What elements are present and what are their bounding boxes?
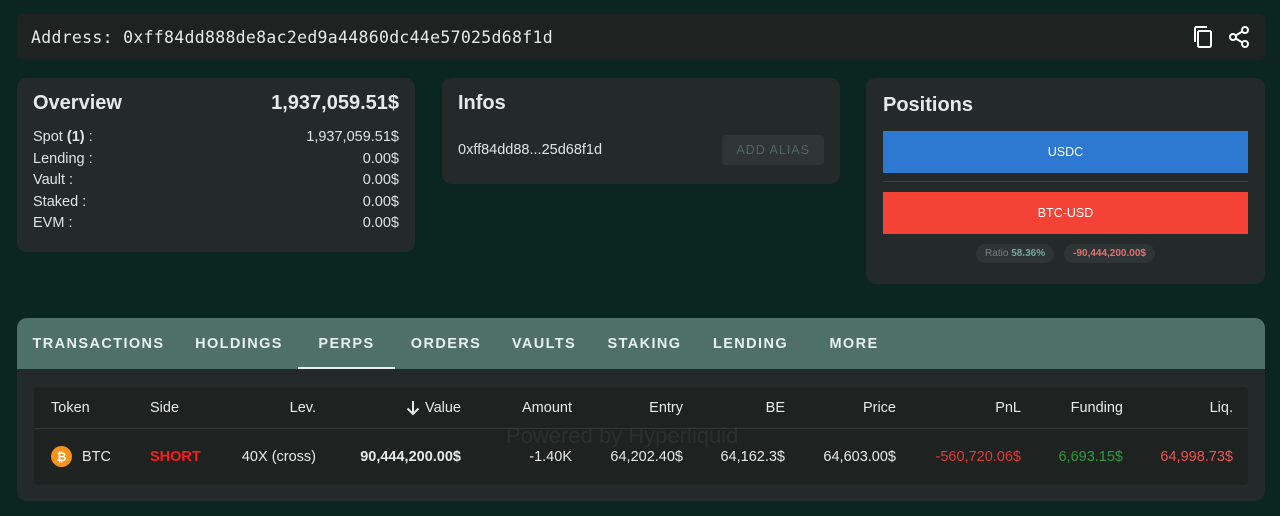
tab-bar: TRANSACTIONS HOLDINGS PERPS ORDERS VAULT… — [17, 318, 1265, 369]
infos-short-address: 0xff84dd88...25d68f1d — [458, 142, 603, 158]
row-side: SHORT — [150, 448, 201, 465]
bitcoin-icon: ₿ — [51, 446, 72, 467]
add-alias-button[interactable]: ADD ALIAS — [722, 135, 824, 165]
overview-row-vault: Vault :0.00$ — [33, 172, 399, 188]
row-lev: 40X (cross) — [241, 448, 316, 465]
tab-orders[interactable]: ORDERS — [395, 318, 497, 369]
row-token: ₿ BTC — [51, 429, 111, 484]
ratio-badge: Ratio 58.36% — [976, 244, 1055, 263]
tab-lending[interactable]: LENDING — [698, 318, 803, 369]
row-liq: 64,998.73$ — [1160, 448, 1233, 465]
overview-card: Overview 1,937,059.51$ Spot (1) : 1,937,… — [17, 78, 415, 252]
header-liq[interactable]: Liq. — [1210, 387, 1233, 428]
header-lev[interactable]: Lev. — [290, 387, 316, 428]
tab-vaults[interactable]: VAULTS — [497, 318, 591, 369]
overview-title: Overview — [33, 92, 122, 114]
row-price: 64,603.00$ — [823, 448, 896, 465]
header-value[interactable]: Value — [406, 387, 461, 428]
row-pnl: -560,720.06$ — [935, 448, 1021, 465]
tabs-card: TRANSACTIONS HOLDINGS PERPS ORDERS VAULT… — [17, 318, 1265, 501]
row-token-label: BTC — [82, 448, 111, 465]
position-bar-usdc[interactable]: USDC — [883, 131, 1248, 173]
tab-staking[interactable]: STAKING — [591, 318, 698, 369]
overview-row-evm: EVM :0.00$ — [33, 215, 399, 231]
tab-perps[interactable]: PERPS — [298, 318, 395, 369]
infos-card: Infos 0xff84dd88...25d68f1d ADD ALIAS — [442, 78, 840, 184]
net-value-badge: -90,444,200.00$ — [1064, 244, 1155, 263]
header-price[interactable]: Price — [863, 387, 896, 428]
positions-card: Positions USDC BTC-USD Ratio 58.36% -90,… — [866, 78, 1265, 284]
positions-title: Positions — [883, 94, 974, 116]
row-amount: -1.40K — [529, 448, 572, 465]
overview-total: 1,937,059.51$ — [271, 92, 399, 114]
header-funding[interactable]: Funding — [1071, 387, 1123, 428]
header-entry[interactable]: Entry — [649, 387, 683, 428]
position-bar-btc-usd[interactable]: BTC-USD — [883, 192, 1248, 234]
infos-title: Infos — [458, 92, 506, 114]
overview-row-lending: Lending :0.00$ — [33, 150, 399, 167]
header-value-label: Value — [424, 399, 461, 416]
overview-row-spot: Spot (1) : 1,937,059.51$ — [33, 129, 399, 145]
table-row[interactable]: ₿ BTC SHORT 40X (cross) 90,444,200.00$ -… — [34, 429, 1248, 484]
row-value: 90,444,200.00$ — [360, 448, 461, 465]
header-amount[interactable]: Amount — [522, 387, 572, 428]
positions-divider — [883, 181, 1248, 182]
perps-table: Powered by Hyperliquid Token Side Lev. V… — [34, 387, 1248, 485]
row-funding: 6,693.15$ — [1058, 448, 1123, 465]
table-header: Token Side Lev. Value Amount Entry BE Pr… — [34, 387, 1248, 429]
overview-row-staked: Staked :0.00$ — [33, 193, 399, 210]
tab-transactions[interactable]: TRANSACTIONS — [17, 318, 180, 369]
address-bar: Address: 0xff84dd888de8ac2ed9a44860dc44e… — [17, 14, 1265, 60]
header-side[interactable]: Side — [150, 387, 179, 428]
share-icon[interactable] — [1227, 25, 1251, 49]
address-text: Address: 0xff84dd888de8ac2ed9a44860dc44e… — [31, 27, 553, 47]
tab-holdings[interactable]: HOLDINGS — [180, 318, 298, 369]
tab-more[interactable]: MORE — [803, 318, 905, 369]
header-token[interactable]: Token — [51, 387, 90, 428]
row-be: 64,162.3$ — [720, 448, 785, 465]
header-be[interactable]: BE — [766, 387, 785, 428]
header-pnl[interactable]: PnL — [995, 387, 1021, 428]
copy-icon[interactable] — [1191, 25, 1215, 49]
arrow-down-icon — [406, 400, 420, 415]
row-entry: 64,202.40$ — [610, 448, 683, 465]
